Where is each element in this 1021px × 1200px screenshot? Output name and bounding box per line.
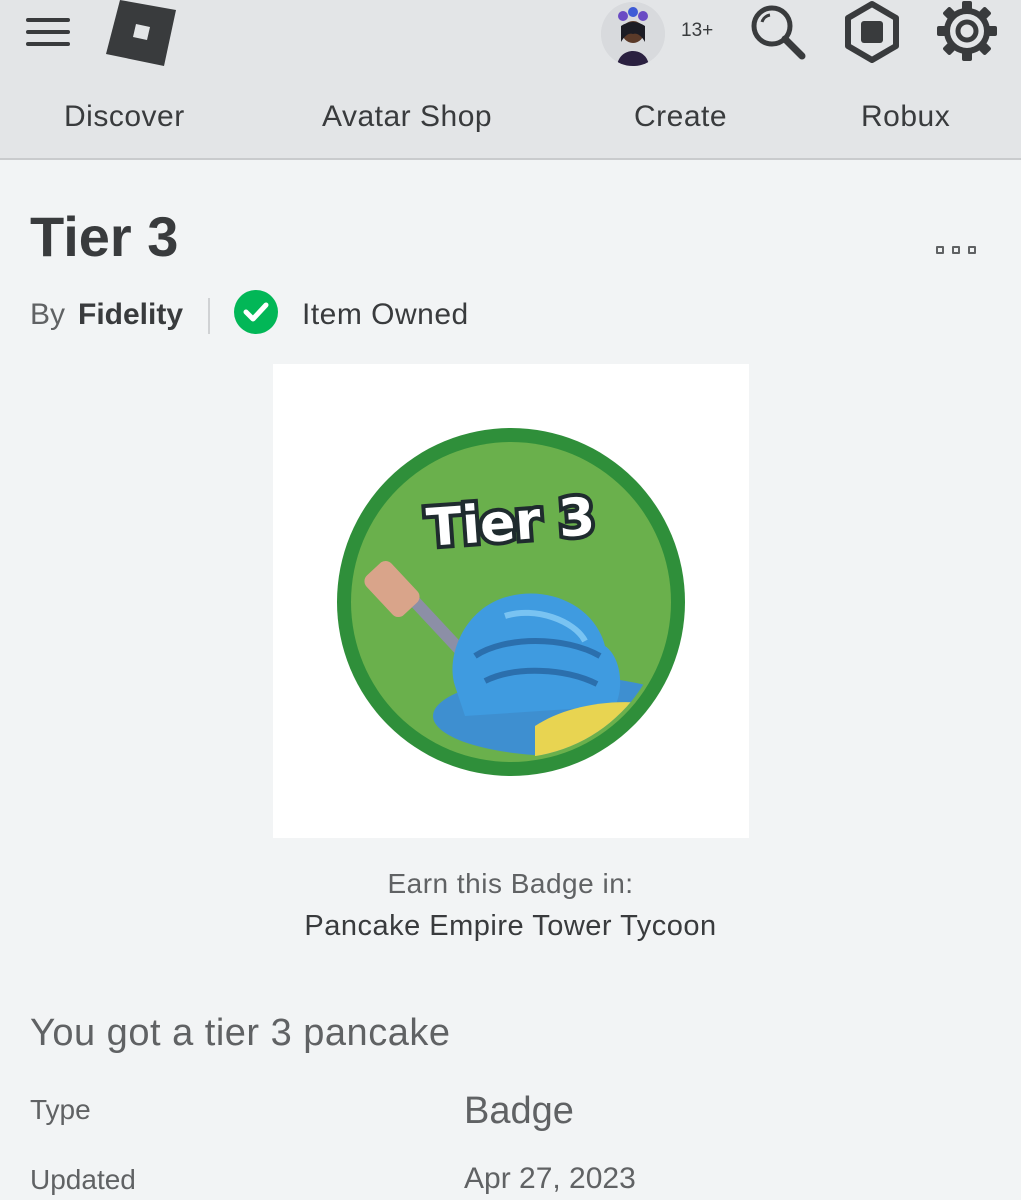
robux-icon[interactable] [840, 0, 904, 64]
badge-image: Tier 3 [273, 364, 749, 838]
item-title: Tier 3 [30, 205, 179, 268]
checkmark-icon [234, 290, 278, 334]
item-owned-label: Item Owned [302, 298, 469, 331]
menu-icon[interactable] [26, 14, 72, 50]
nav-discover[interactable]: Discover [64, 100, 185, 134]
updated-label: Updated [30, 1164, 136, 1195]
divider [208, 298, 210, 334]
item-description: You got a tier 3 pancake [30, 1012, 451, 1054]
type-label: Type [30, 1094, 91, 1125]
nav-avatar-shop[interactable]: Avatar Shop [322, 100, 492, 134]
updated-value: Apr 27, 2023 [464, 1162, 636, 1195]
search-icon[interactable] [748, 2, 808, 62]
avatar[interactable] [601, 2, 665, 66]
nav-create[interactable]: Create [634, 100, 727, 134]
type-value: Badge [464, 1090, 574, 1132]
earn-badge-label: Earn this Badge in: [387, 868, 634, 899]
roblox-logo-icon[interactable] [102, 0, 178, 66]
by-label: By [30, 298, 66, 331]
creator-link[interactable]: Fidelity [78, 298, 183, 332]
top-navigation-bar: 13+ Discover Avatar Shop Create Robux [0, 0, 1021, 160]
more-options-icon[interactable] [936, 246, 980, 258]
game-link[interactable]: Pancake Empire Tower Tycoon [0, 910, 1021, 943]
badge-image-text: Tier 3 [425, 487, 597, 559]
nav-robux[interactable]: Robux [861, 100, 950, 134]
age-rating-label: 13+ [681, 20, 714, 41]
gear-icon[interactable] [936, 0, 998, 62]
